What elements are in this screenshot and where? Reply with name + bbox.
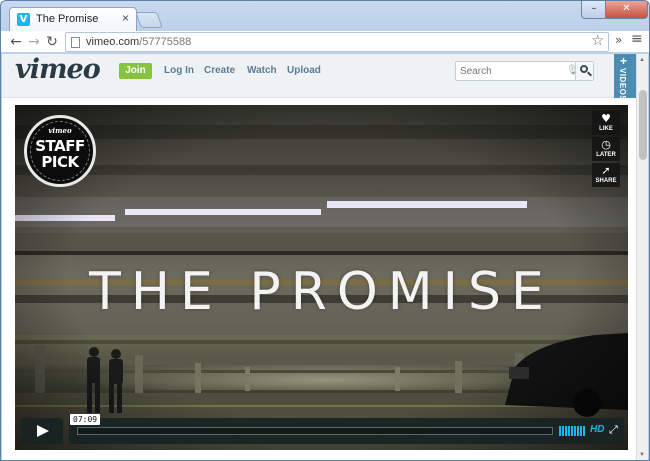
- play-button[interactable]: [21, 418, 63, 444]
- tab-title: The Promise: [36, 13, 99, 25]
- share-label: SHARE: [595, 178, 617, 184]
- later-label: LATER: [596, 152, 616, 158]
- vimeo-header: vimeo Join Log In Create Watch Upload 🎙 …: [2, 54, 638, 102]
- url-host: vimeo.com: [86, 36, 140, 48]
- nav-create[interactable]: Create: [204, 65, 235, 76]
- volume-bar: [583, 426, 585, 436]
- chrome-menu-icon[interactable]: ≡: [631, 31, 643, 47]
- reload-icon[interactable]: ↻: [43, 33, 61, 51]
- search-icon-handle: [587, 71, 592, 77]
- vimeo-favicon-icon: V: [17, 13, 30, 26]
- nav-upload[interactable]: Upload: [287, 65, 321, 76]
- browser-toolbar: ← → ↻ vimeo.com/57775588 ☆ » ≡: [1, 31, 649, 53]
- url-path: /57775588: [139, 36, 192, 48]
- like-label: LIKE: [599, 126, 613, 132]
- search-button[interactable]: [575, 62, 593, 80]
- new-tab-button[interactable]: [135, 12, 163, 28]
- badge-brand: vimeo: [48, 126, 72, 135]
- video-title-overlay: THE PROMISE: [89, 262, 554, 322]
- volume-bar: [577, 426, 579, 436]
- back-icon[interactable]: ←: [7, 33, 25, 51]
- address-bar[interactable]: vimeo.com/57775588 ☆: [65, 32, 609, 52]
- scroll-down-icon[interactable]: ▼: [639, 452, 645, 458]
- scroll-up-icon[interactable]: ▲: [639, 57, 645, 63]
- window-close-wrap: ✕: [605, 1, 648, 20]
- plus-icon: +: [620, 54, 628, 68]
- player-controls: 07:09 HD ⤢: [21, 414, 624, 444]
- tab-strip: V The Promise × – □ ✕: [1, 1, 649, 31]
- control-bar: 07:09 HD ⤢: [69, 414, 624, 444]
- volume-bar: [580, 426, 582, 436]
- fullscreen-icon[interactable]: ⤢: [609, 423, 618, 437]
- volume-bar: [562, 426, 564, 436]
- address-url: vimeo.com/57775588: [86, 36, 191, 48]
- minimize-button[interactable]: –: [581, 1, 607, 19]
- videos-side-tab[interactable]: + VIDEOS: [614, 54, 636, 102]
- extensions-overflow-icon[interactable]: »: [615, 33, 622, 47]
- watch-later-button[interactable]: ◷ LATER: [592, 137, 620, 161]
- side-actions: ♥ LIKE ◷ LATER ➚ SHARE: [592, 111, 620, 189]
- vertical-scrollbar[interactable]: ▲ ▼: [636, 54, 648, 460]
- forward-icon[interactable]: →: [25, 33, 43, 51]
- volume-bar: [559, 426, 561, 436]
- timecode: 07:09: [70, 414, 101, 425]
- hd-toggle[interactable]: HD: [590, 424, 604, 435]
- browser-window: V The Promise × – □ ✕ ← → ↻ vimeo.com/57…: [0, 0, 650, 461]
- staff-pick-badge[interactable]: vimeo STAFF PICK: [24, 115, 96, 187]
- page-viewport: vimeo Join Log In Create Watch Upload 🎙 …: [2, 54, 638, 460]
- scrollbar-thumb[interactable]: [639, 90, 647, 160]
- volume-bar: [571, 426, 573, 436]
- search-input[interactable]: [460, 64, 560, 78]
- video-player[interactable]: vimeo STAFF PICK ♥ LIKE ◷ LATER ➚ SHARE: [15, 105, 628, 450]
- play-icon: [37, 425, 49, 437]
- volume-bar: [568, 426, 570, 436]
- videos-tab-label: VIDEOS: [618, 68, 627, 102]
- progress-bar[interactable]: 07:09: [70, 414, 553, 435]
- close-window-button[interactable]: ✕: [605, 1, 648, 19]
- nav-watch[interactable]: Watch: [247, 65, 277, 76]
- tab-close-icon[interactable]: ×: [122, 11, 129, 25]
- heart-icon: ♥: [601, 112, 611, 125]
- clock-icon: ◷: [601, 138, 611, 151]
- volume-bar: [565, 426, 567, 436]
- share-icon: ➚: [601, 164, 611, 177]
- share-button[interactable]: ➚ SHARE: [592, 163, 620, 187]
- vimeo-logo[interactable]: vimeo: [15, 54, 101, 85]
- nav-login[interactable]: Log In: [164, 65, 194, 76]
- join-button[interactable]: Join: [119, 63, 152, 79]
- page-icon: [71, 37, 80, 48]
- search-box: 🎙: [455, 61, 594, 81]
- volume-control[interactable]: [559, 426, 585, 436]
- badge-line-1: STAFF: [35, 137, 85, 155]
- bookmark-star-icon[interactable]: ☆: [591, 33, 604, 49]
- badge-line-2: PICK: [41, 153, 79, 171]
- volume-bar: [574, 426, 576, 436]
- browser-tab[interactable]: V The Promise ×: [9, 7, 137, 31]
- like-button[interactable]: ♥ LIKE: [592, 111, 620, 135]
